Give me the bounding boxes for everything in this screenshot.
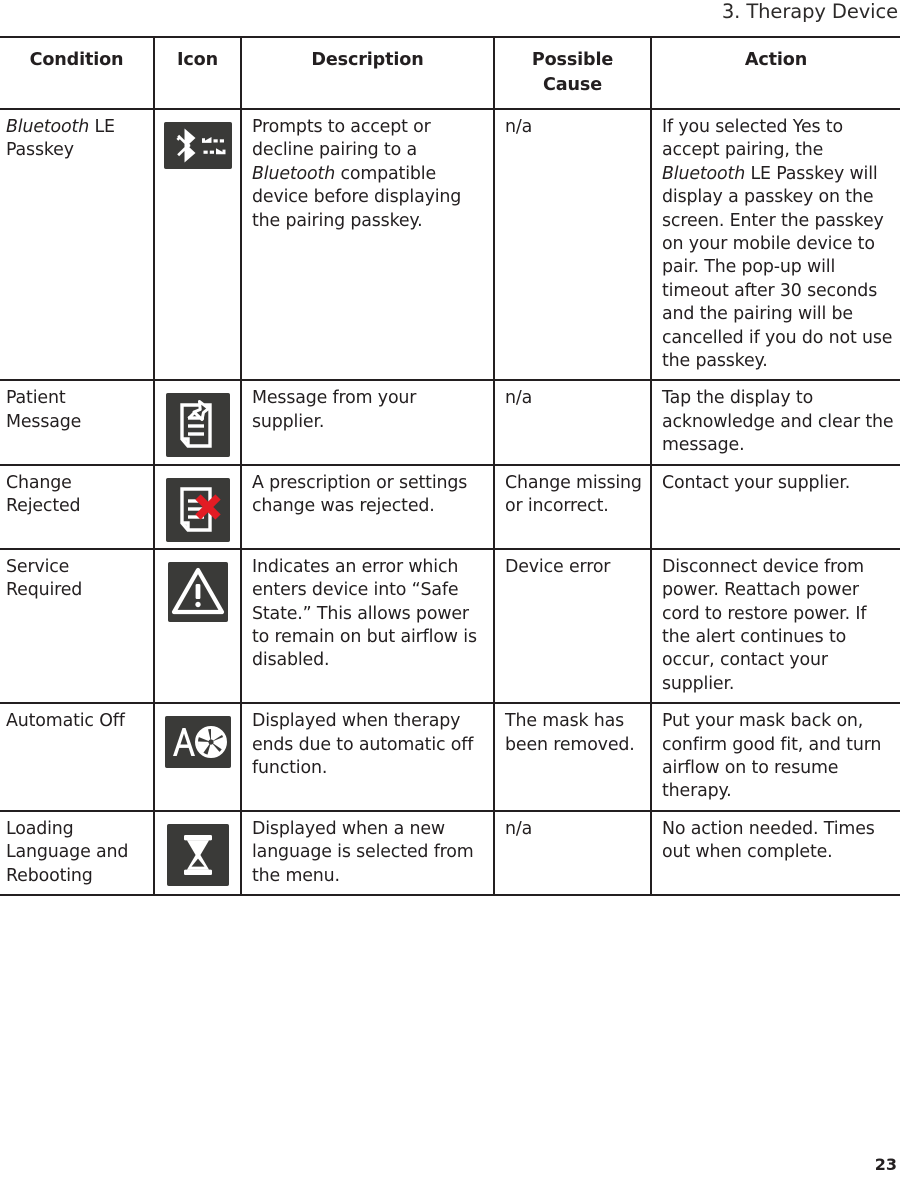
cell-description: A prescription or settings change was re… — [241, 464, 495, 550]
table-header-row: Condition Icon Description Possible Caus… — [0, 36, 900, 110]
cell-description: Indicates an error which enters device i… — [241, 548, 495, 705]
column-header-action: Action — [651, 36, 900, 110]
cell-icon — [154, 380, 242, 466]
cell-condition: Service Required — [0, 548, 155, 705]
description-pre: Prompts to accept or decline pairing to … — [252, 117, 431, 161]
table-row: Service Required Indicates an error whic… — [0, 548, 900, 705]
cell-description: Message from your supplier. — [241, 380, 495, 466]
bluetooth-le-transfer-icon — [163, 122, 232, 169]
cell-action: Contact your supplier. — [651, 464, 900, 550]
cell-condition: Bluetooth LE Passkey — [0, 109, 155, 382]
warning-triangle-icon — [167, 561, 228, 622]
table-body: Bluetooth LE Passkey Prompts to accept o… — [0, 109, 900, 896]
table-header: Condition Icon Description Possible Caus… — [0, 36, 900, 110]
cell-possible-cause: n/a — [494, 109, 652, 382]
alert-conditions-table: Condition Icon Description Possible Caus… — [0, 36, 900, 896]
cell-icon — [154, 464, 242, 550]
cell-icon — [154, 810, 242, 896]
running-head: 3. Therapy Device — [721, 0, 898, 23]
action-post: LE Passkey will display a passkey on the… — [662, 163, 893, 372]
cell-possible-cause: n/a — [494, 380, 652, 466]
description-italic-term: Bluetooth — [252, 163, 336, 184]
action-pre: If you selected Yes to accept pairing, t… — [662, 117, 843, 161]
cell-icon — [154, 548, 242, 705]
cell-description: Prompts to accept or decline pairing to … — [241, 109, 495, 382]
cell-possible-cause: Device error — [494, 548, 652, 705]
column-header-possible-cause: Possible Cause — [494, 36, 652, 110]
cell-description: Displayed when therapy ends due to autom… — [241, 703, 495, 812]
cell-possible-cause: The mask has been removed. — [494, 703, 652, 812]
table-row: Change Rejected A prescription or settin… — [0, 464, 900, 550]
cell-description: Displayed when a new language is selecte… — [241, 810, 495, 896]
cell-possible-cause: Change missing or incorrect. — [494, 464, 652, 550]
cell-possible-cause: n/a — [494, 810, 652, 896]
column-header-description: Description — [241, 36, 495, 110]
column-header-condition: Condition — [0, 36, 155, 110]
page-number: 23 — [874, 1155, 897, 1174]
cell-action: No action needed. Times out when complet… — [651, 810, 900, 896]
table-row: Automatic Off Displayed when therapy end… — [0, 703, 900, 812]
cell-icon — [154, 703, 242, 812]
automatic-off-blower-icon — [164, 716, 231, 769]
document-page: 3. Therapy Device Condition Icon Descrip… — [0, 0, 900, 1184]
cell-condition: Loading Language and Rebooting — [0, 810, 155, 896]
action-italic-term: Bluetooth — [662, 163, 746, 184]
cell-action: Tap the display to acknowledge and clear… — [651, 380, 900, 466]
cell-icon — [154, 109, 242, 382]
column-header-icon: Icon — [154, 36, 242, 110]
cell-condition: Change Rejected — [0, 464, 155, 550]
cell-action: Disconnect device from power. Reattach p… — [651, 548, 900, 705]
cell-action: If you selected Yes to accept pairing, t… — [651, 109, 900, 382]
table-row: Bluetooth LE Passkey Prompts to accept o… — [0, 109, 900, 382]
cell-action: Put your mask back on, confirm good fit,… — [651, 703, 900, 812]
table-row: Loading Language and Rebooting Displayed… — [0, 810, 900, 896]
document-rejected-icon — [165, 477, 230, 542]
cell-condition: Automatic Off — [0, 703, 155, 812]
pinned-document-icon — [165, 393, 230, 458]
cell-condition: Patient Message — [0, 380, 155, 466]
hourglass-icon — [166, 823, 229, 886]
condition-italic-term: Bluetooth — [6, 117, 90, 137]
table-row: Patient Message Message from your suppli… — [0, 380, 900, 466]
